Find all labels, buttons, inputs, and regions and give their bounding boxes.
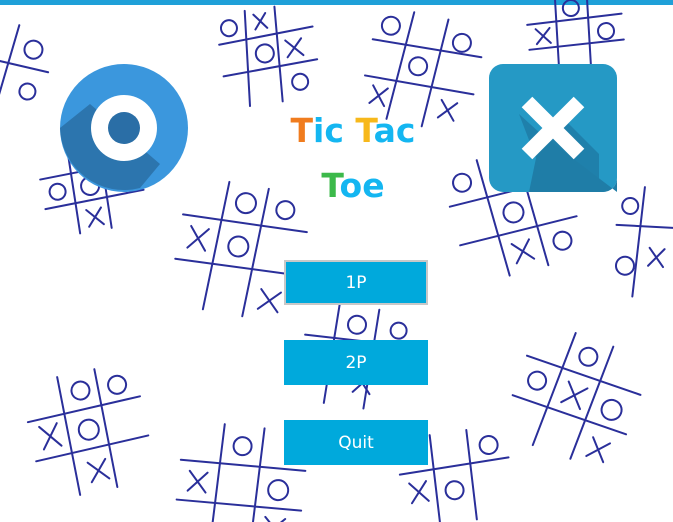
- title-line-2: Toe: [260, 158, 446, 213]
- title-char: ac: [373, 111, 416, 150]
- title-char: oe: [339, 166, 385, 205]
- quit-button[interactable]: Quit: [284, 420, 428, 465]
- two-player-button[interactable]: 2P: [284, 340, 428, 385]
- title-char: T: [321, 166, 340, 205]
- title-char: ic: [313, 111, 356, 150]
- title-char: T: [290, 111, 314, 150]
- x-logo-icon: [489, 64, 617, 192]
- o-logo-icon: [60, 64, 188, 192]
- game-title: Tic Tac Toe: [260, 103, 446, 213]
- title-char: T: [355, 111, 374, 150]
- one-player-button[interactable]: 1P: [284, 260, 428, 305]
- title-line-1: Tic Tac: [260, 103, 446, 158]
